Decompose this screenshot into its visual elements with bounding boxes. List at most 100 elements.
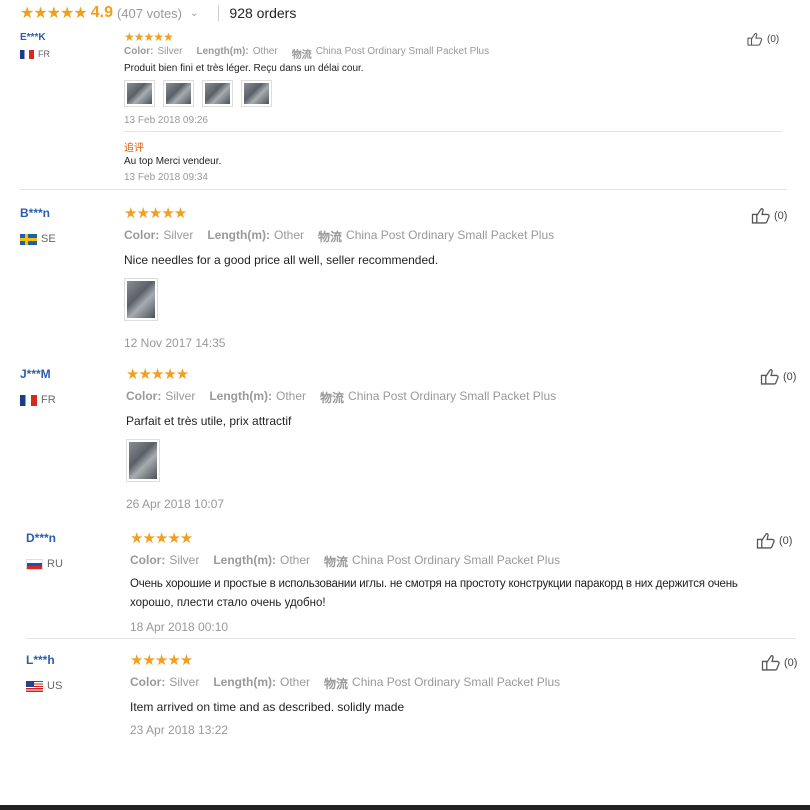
shipping-value: China Post Ordinary Small Packet Plus (315, 46, 490, 57)
color-label: Color: (130, 553, 166, 567)
review-stars: ★★★★★ (126, 366, 189, 383)
review-text-continued: хорошо, плести стало очень удобно! (130, 597, 326, 609)
reviewer-country: RU (26, 558, 63, 570)
reviewer-name: J***M (20, 367, 51, 381)
thumbs-up-icon (761, 655, 780, 671)
color-value: Silver (169, 553, 200, 567)
reviewer-name: L***h (26, 653, 55, 667)
usa-flag-icon (26, 680, 43, 692)
review-date: 12 Nov 2017 14:35 (124, 336, 226, 350)
color-label: Color: (126, 389, 162, 403)
country-code: RU (47, 558, 63, 570)
shipping-value: China Post Ordinary Small Packet Plus (352, 675, 561, 689)
shipping-label: 物流 (320, 391, 345, 405)
review-text: Item arrived on time and as described. s… (130, 700, 405, 714)
shipping-label: 物流 (324, 677, 349, 691)
reviewer-name: E***K (20, 32, 46, 43)
review-date: 13 Feb 2018 09:26 (124, 115, 208, 126)
review-meta: Color: Silver Length(m): Other 物流 China Pos… (124, 46, 489, 61)
review-photo[interactable] (126, 439, 160, 482)
country-code: FR (41, 394, 56, 406)
helpful-count: (0) (779, 534, 793, 547)
length-value: Other (252, 46, 278, 57)
review-photos (124, 278, 166, 321)
length-label: Length(m): (213, 675, 276, 689)
review-text: Parfait et très utile, prix attractif (126, 414, 292, 428)
russia-flag-icon (26, 558, 43, 570)
length-label: Length(m): (207, 228, 270, 242)
helpful-count: (0) (774, 209, 788, 222)
reviewer-name: D***n (26, 531, 57, 545)
divider (218, 5, 220, 21)
review-photos (126, 439, 168, 482)
helpful-button[interactable]: (0) (760, 368, 796, 385)
reviewer-country: SE (20, 233, 56, 245)
chevron-down-icon[interactable]: ⌄ (190, 8, 198, 19)
review-meta: Color: Silver Length(m): Other 物流 China Pos… (130, 675, 560, 692)
review-text: Nice needles for a good price all well, … (124, 253, 439, 267)
helpful-count: (0) (783, 370, 797, 383)
reviewer-country: US (26, 680, 62, 692)
followup-text: Au top Merci vendeur. (124, 156, 222, 167)
review-date: 23 Apr 2018 13:22 (130, 723, 229, 737)
length-value: Other (280, 553, 311, 567)
length-label: Length(m): (196, 46, 249, 57)
review-date: 26 Apr 2018 10:07 (126, 497, 225, 511)
length-value: Other (280, 675, 311, 689)
average-rating: 4.9 (90, 4, 113, 21)
helpful-button[interactable]: (0) (746, 32, 779, 46)
reviewer-name: B***n (20, 206, 51, 220)
reviewer-country: FR (20, 49, 50, 59)
france-flag-icon (20, 49, 34, 59)
length-value: Other (276, 389, 307, 403)
color-value: Silver (165, 389, 196, 403)
review-photo[interactable] (163, 80, 194, 107)
color-label: Color: (124, 46, 154, 57)
votes-count: (407 votes) (116, 5, 183, 21)
color-label: Color: (130, 675, 166, 689)
review-divider (20, 189, 787, 190)
reviewer-country: FR (20, 394, 56, 406)
country-code: FR (38, 49, 50, 59)
review-photo[interactable] (202, 80, 233, 107)
review-date: 18 Apr 2018 00:10 (130, 620, 229, 634)
review-stars: ★★★★★ (124, 205, 187, 222)
helpful-button[interactable]: (0) (761, 654, 797, 671)
summary-stars: ★★★★★ (20, 5, 88, 22)
helpful-button[interactable]: (0) (756, 532, 792, 549)
orders-count: 928 orders (229, 5, 297, 21)
review-meta: Color: Silver Length(m): Other 物流 China Pos… (124, 228, 554, 245)
review-meta: Color: Silver Length(m): Other 物流 China Pos… (130, 553, 560, 570)
france-flag-icon (20, 394, 37, 406)
review-text: Очень хорошие и простые в использовании … (130, 578, 738, 590)
shipping-value: China Post Ordinary Small Packet Plus (352, 553, 561, 567)
thumbs-up-icon (760, 369, 779, 385)
bottom-border (0, 805, 810, 810)
country-code: SE (41, 233, 56, 245)
thumbs-up-icon (751, 208, 770, 224)
length-label: Length(m): (209, 389, 272, 403)
review-stars: ★★★★★ (130, 652, 193, 669)
sweden-flag-icon (20, 233, 37, 245)
review-photo[interactable] (124, 278, 158, 321)
rating-summary: ★★★★★ 4.9 (407 votes) ⌄ 928 orders (20, 3, 296, 23)
shipping-label: 物流 (318, 230, 343, 244)
length-value: Other (274, 228, 305, 242)
shipping-label: 物流 (291, 50, 312, 61)
color-value: Silver (163, 228, 194, 242)
shipping-value: China Post Ordinary Small Packet Plus (346, 228, 555, 242)
country-code: US (47, 680, 63, 692)
review-divider (26, 638, 796, 639)
review-photos (124, 80, 280, 107)
helpful-button[interactable]: (0) (751, 207, 787, 224)
length-label: Length(m): (213, 553, 276, 567)
color-value: Silver (169, 675, 200, 689)
divider (124, 131, 782, 132)
thumbs-up-icon (756, 533, 775, 549)
color-label: Color: (124, 228, 160, 242)
review-photo[interactable] (241, 80, 272, 107)
followup-date: 13 Feb 2018 09:34 (124, 172, 208, 183)
thumbs-up-icon (747, 32, 763, 46)
review-photo[interactable] (124, 80, 155, 107)
review-stars: ★★★★★ (130, 530, 193, 547)
